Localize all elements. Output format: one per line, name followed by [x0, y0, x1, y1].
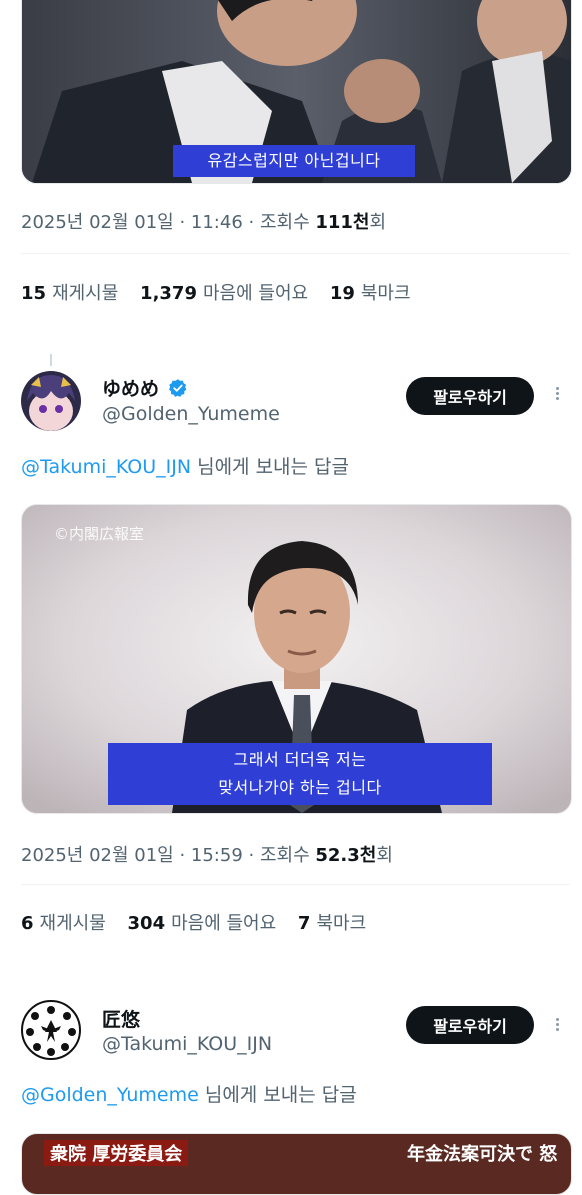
- tweet1-likes[interactable]: 1,379 마음에 들어요: [140, 283, 308, 304]
- tweet2-likes[interactable]: 304 마음에 들어요: [128, 913, 277, 934]
- more-options-icon[interactable]: [552, 1016, 562, 1033]
- tweet3-image[interactable]: 衆院 厚労委員会 年金法案可決で 怒: [21, 1133, 572, 1195]
- thread-line: [50, 354, 52, 366]
- more-options-icon[interactable]: [552, 385, 562, 402]
- tweet3-display-name[interactable]: 匠悠: [102, 1005, 140, 1032]
- bookmarks-label: 북마크: [316, 913, 367, 934]
- tweet2-bookmarks[interactable]: 7 북마크: [298, 913, 366, 934]
- tweet2-views-label: 조회수: [259, 845, 316, 866]
- tweet3-avatar[interactable]: [21, 1000, 81, 1060]
- reply-to-suffix: 님에게 보내는 답글: [191, 456, 350, 478]
- tweet1-bookmarks[interactable]: 19 북마크: [330, 283, 411, 304]
- reposts-count: 6: [21, 913, 34, 934]
- reply-to-link[interactable]: @Golden_Yumeme: [21, 1084, 199, 1106]
- tweet2-stats: 6 재게시물 304 마음에 들어요 7 북마크: [21, 909, 366, 935]
- likes-count: 304: [127, 913, 166, 934]
- tweet2-date[interactable]: 2025년 02월 01일 · 15:59 ·: [21, 845, 260, 866]
- reposts-label: 재게시물: [39, 913, 106, 934]
- tweet2-reposts[interactable]: 6 재게시물: [21, 913, 106, 934]
- tweet3-reply-context: @Golden_Yumeme 님에게 보내는 답글: [21, 1080, 357, 1107]
- verified-badge-icon: [168, 379, 186, 397]
- reply-to-suffix: 님에게 보내는 답글: [198, 1084, 357, 1106]
- reply-to-link[interactable]: @Takumi_KOU_IJN: [21, 456, 191, 478]
- tweet1-date[interactable]: 2025년 02월 01일 · 11:46 ·: [21, 212, 260, 233]
- reposts-count: 15: [21, 283, 47, 304]
- divider: [21, 884, 570, 885]
- tweet2-follow-button[interactable]: 팔로우하기: [406, 377, 534, 415]
- tweet1-views-suffix: 회: [369, 212, 387, 233]
- tweet1-stats: 15 재게시물 1,379 마음에 들어요 19 북마크: [21, 279, 411, 305]
- tweet2-views-count: 52.3천: [315, 845, 377, 866]
- tweet1-views-count: 111천: [315, 212, 370, 233]
- tweet1-subtitle: 유감스럽지만 아닌겁니다: [173, 145, 415, 177]
- tweet1-timestamp: 2025년 02월 01일 · 11:46 · 조회수 111천회: [21, 208, 386, 234]
- tweet2-handle[interactable]: @Golden_Yumeme: [102, 403, 280, 425]
- likes-label: 마음에 들어요: [171, 913, 277, 934]
- tweet3-handle[interactable]: @Takumi_KOU_IJN: [102, 1033, 272, 1055]
- tweet3-follow-button[interactable]: 팔로우하기: [406, 1006, 534, 1044]
- tweet2-display-name: ゆめめ: [102, 378, 160, 400]
- divider: [21, 253, 570, 254]
- tweet2-subtitle: 그래서 더더욱 저는 맞서나가야 하는 겁니다: [108, 743, 492, 805]
- tweet2-timestamp: 2025년 02월 01일 · 15:59 · 조회수 52.3천회: [21, 841, 393, 867]
- avatar-image: [21, 371, 81, 431]
- tweet2-reply-context: @Takumi_KOU_IJN 님에게 보내는 답글: [21, 452, 349, 479]
- tweet2-display-name-row[interactable]: ゆめめ: [102, 374, 188, 401]
- tweet2-image-watermark: ©内閣広報室: [54, 525, 145, 543]
- tweet1-views-label: 조회수: [259, 212, 316, 233]
- bookmarks-count: 7: [297, 913, 311, 934]
- tweet1-image[interactable]: 유감스럽지만 아닌겁니다: [21, 0, 572, 184]
- reposts-label: 재게시물: [52, 283, 119, 304]
- tweet2-image[interactable]: ©内閣広報室 그래서 더더욱 저는 맞서나가야 하는 겁니다: [21, 504, 572, 814]
- crest-icon: [24, 1003, 78, 1057]
- subtitle-line2: 맞서나가야 하는 겁니다: [218, 778, 382, 797]
- tweet2-avatar[interactable]: [21, 371, 81, 431]
- likes-count: 1,379: [140, 283, 197, 304]
- bookmarks-count: 19: [329, 283, 355, 304]
- subtitle-line1: 그래서 더더욱 저는: [233, 750, 367, 769]
- tweet3-image-caption-left: 衆院 厚労委員会: [44, 1140, 189, 1166]
- tweet2-views-suffix: 회: [376, 845, 393, 866]
- bookmarks-label: 북마크: [360, 283, 411, 304]
- tweet1-reposts[interactable]: 15 재게시물: [21, 283, 118, 304]
- likes-label: 마음에 들어요: [202, 283, 309, 304]
- tweet3-image-caption-right: 年金法案可決で 怒: [407, 1144, 558, 1165]
